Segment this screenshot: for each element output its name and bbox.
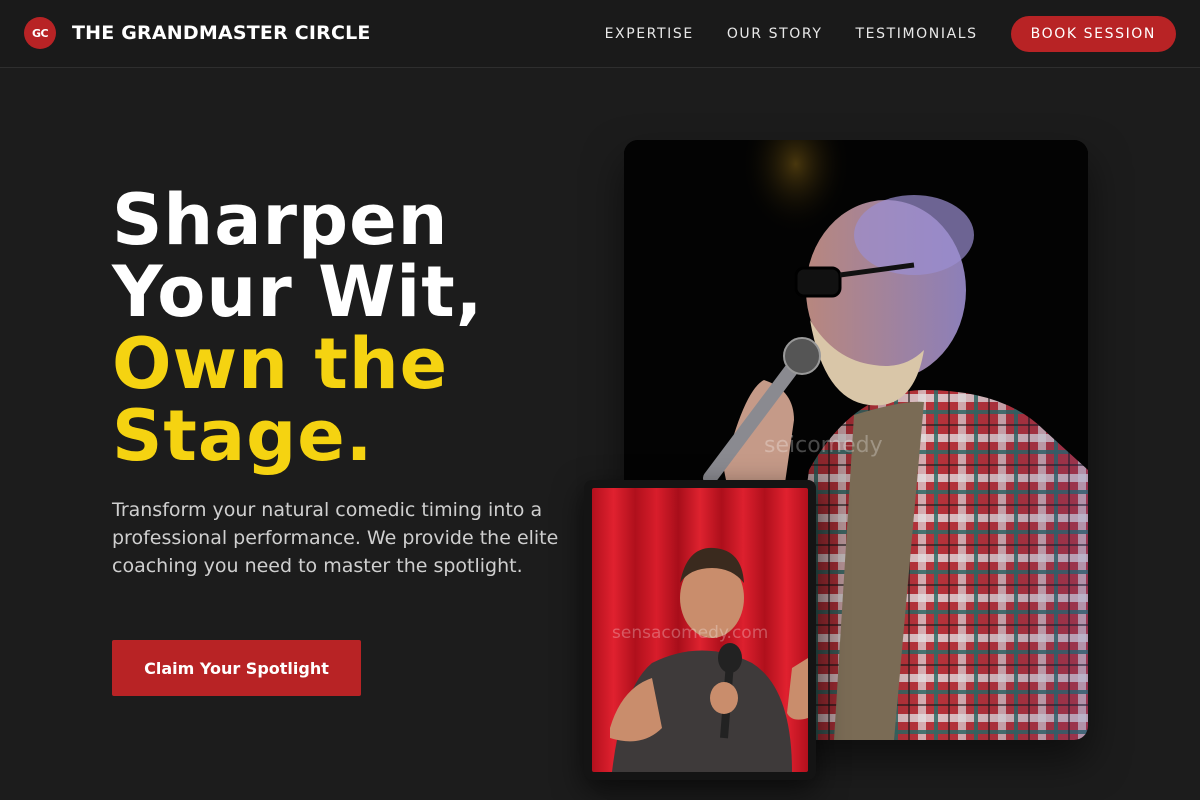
main-nav: EXPERTISE OUR STORY TESTIMONIALS BOOK SE… xyxy=(605,16,1176,52)
nav-link-expertise[interactable]: EXPERTISE xyxy=(605,26,694,42)
hero-title: Sharpen Your Wit, Own the Stage. xyxy=(112,184,483,472)
inset-photo-watermark: sensacomedy.com xyxy=(612,623,768,643)
top-navigation-bar: GC THE GRANDMASTER CIRCLE EXPERTISE OUR … xyxy=(0,0,1200,68)
brand-name[interactable]: THE GRANDMASTER CIRCLE xyxy=(72,22,371,44)
hero-title-highlight-line-2: Stage. xyxy=(112,395,374,477)
hero-title-line-2: Your Wit, xyxy=(112,251,484,333)
hero-title-highlight-line-1: Own the xyxy=(112,323,449,405)
book-session-button[interactable]: BOOK SESSION xyxy=(1010,16,1176,52)
comedian-red-curtain-photo: sensacomedy.com xyxy=(584,480,816,780)
claim-spotlight-button[interactable]: Claim Your Spotlight xyxy=(112,640,361,696)
brand-logo[interactable]: GC xyxy=(24,17,56,49)
hero-subtitle: Transform your natural comedic timing in… xyxy=(112,499,559,577)
hero-title-line-1: Sharpen xyxy=(112,179,449,261)
nav-link-testimonials[interactable]: TESTIMONIALS xyxy=(856,26,978,42)
main-photo-watermark: seicomedy xyxy=(764,433,883,458)
brand[interactable]: GC THE GRANDMASTER CIRCLE xyxy=(24,17,371,49)
nav-link-our-story[interactable]: OUR STORY xyxy=(727,26,823,42)
